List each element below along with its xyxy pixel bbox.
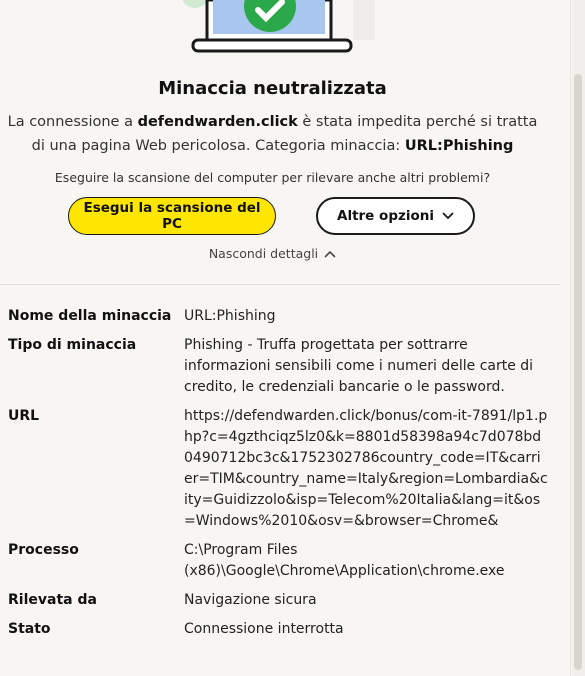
description-prefix: La connessione a — [7, 114, 138, 130]
threat-category: URL:Phishing — [404, 138, 514, 154]
detail-value: URL:Phishing — [184, 308, 276, 324]
details-table: Nome della minaccia URL:Phishing Tipo di… — [8, 306, 548, 648]
detail-row-threat-type: Tipo di minaccia Phishing - Truffa proge… — [8, 335, 548, 398]
threat-description: La connessione a defendwarden.click è st… — [0, 110, 545, 158]
content-edge — [570, 0, 571, 676]
detail-value: Connessione interrotta — [184, 621, 344, 637]
detail-label: Stato — [8, 621, 51, 637]
more-options-button[interactable]: Altre opzioni — [316, 197, 475, 235]
detail-label: URL — [8, 408, 40, 424]
hide-details-toggle[interactable]: Nascondi dettagli — [0, 246, 545, 261]
scan-pc-button[interactable]: Esegui la scansione del PC — [68, 197, 276, 235]
detail-label: Tipo di minaccia — [8, 337, 137, 353]
detail-value: C:\Program Files (x86)\Google\Chrome\App… — [184, 542, 505, 579]
divider — [0, 284, 560, 285]
detail-row-url: URL https://defendwarden.click/bonus/com… — [8, 406, 548, 532]
detail-label: Processo — [8, 542, 79, 558]
laptop-shield-illustration — [182, 0, 375, 53]
detail-row-threat-name: Nome della minaccia URL:Phishing — [8, 306, 548, 327]
detail-row-process: Processo C:\Program Files (x86)\Google\C… — [8, 540, 548, 582]
detail-label: Nome della minaccia — [8, 308, 172, 324]
detail-value: Navigazione sicura — [184, 592, 317, 608]
chevron-up-icon — [324, 250, 336, 257]
scrollbar-thumb[interactable] — [574, 74, 582, 670]
detail-value: Phishing - Truffa progettata per sottrar… — [184, 337, 534, 395]
hide-details-label: Nascondi dettagli — [208, 246, 319, 261]
scan-pc-label: Esegui la scansione del PC — [83, 200, 261, 232]
page-title: Minaccia neutralizzata — [158, 78, 387, 99]
detail-row-status: Stato Connessione interrotta — [8, 619, 548, 640]
scan-hint: Eseguire la scansione del computer per r… — [54, 170, 491, 185]
scrollbar[interactable] — [572, 0, 585, 676]
detail-label: Rilevata da — [8, 592, 97, 608]
chevron-down-icon — [442, 212, 454, 220]
blocked-domain: defendwarden.click — [137, 114, 298, 130]
detail-row-detected-by: Rilevata da Navigazione sicura — [8, 590, 548, 611]
more-options-label: Altre opzioni — [337, 208, 434, 224]
detail-value: https://defendwarden.click/bonus/com-it-… — [184, 408, 548, 529]
